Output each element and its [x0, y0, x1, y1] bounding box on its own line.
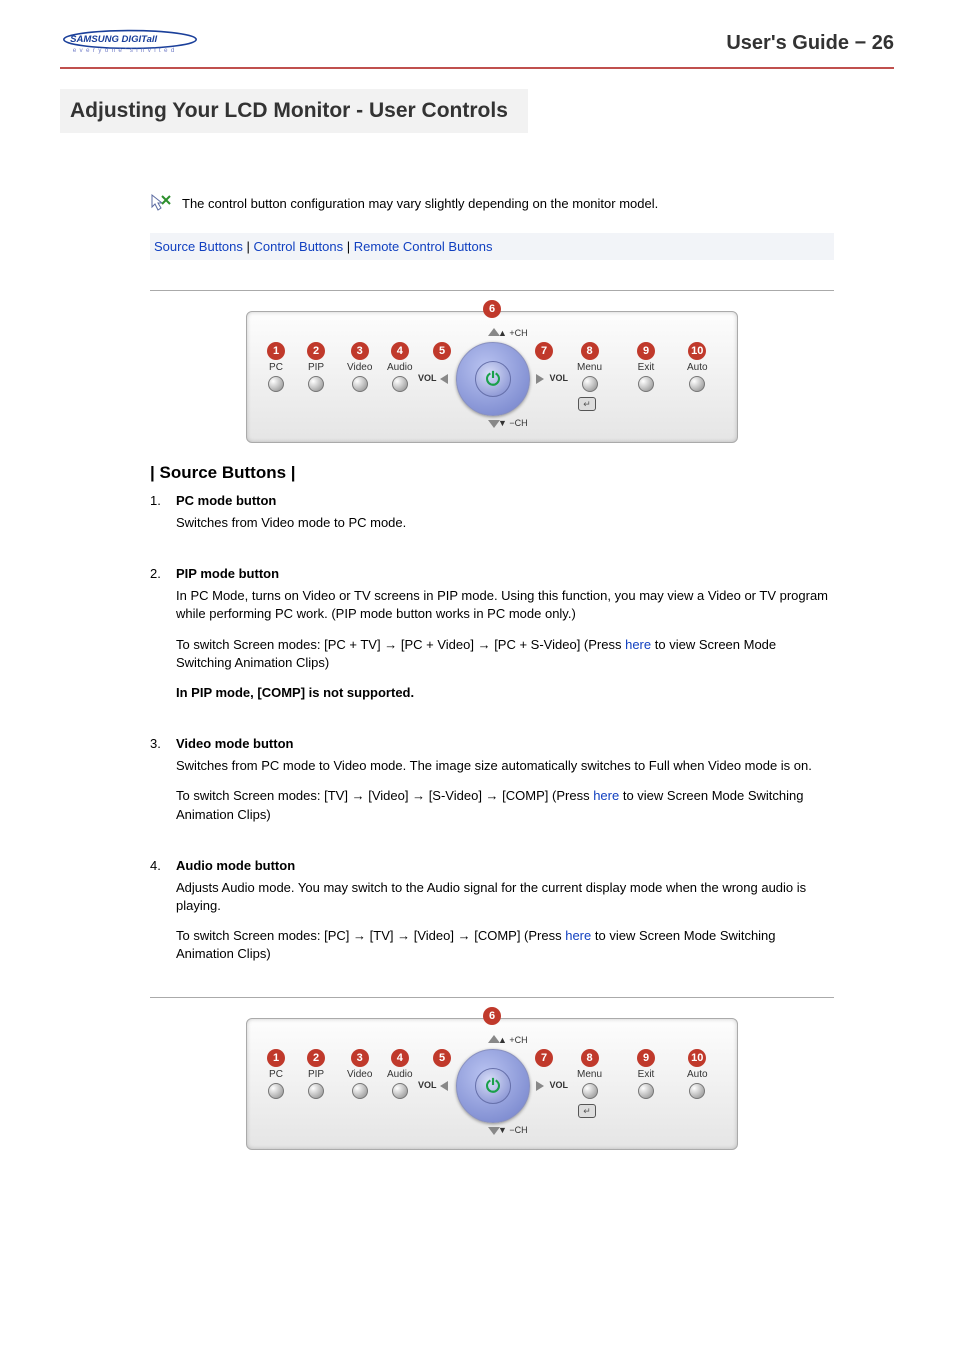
svg-text:SAMSUNG DIGITall: SAMSUNG DIGITall	[70, 34, 157, 45]
ch-plus-label: ▲ +CH	[498, 1035, 528, 1045]
panel-btn-exit: 9 Exit	[637, 1049, 655, 1099]
divider	[150, 290, 834, 291]
note-row: The control button configuration may var…	[150, 193, 834, 213]
panel-btn-pip: 2 PIP	[307, 1049, 325, 1099]
page-number: 26	[872, 32, 894, 54]
panel-btn-exit: 9 Exit	[637, 342, 655, 392]
panel-btn-auto: 10 Auto	[687, 342, 708, 392]
item-title: PIP mode button	[176, 566, 834, 581]
vol-right-label: VOL	[549, 1080, 568, 1090]
item-text: Adjusts Audio mode. You may switch to th…	[176, 879, 834, 915]
item-title: Audio mode button	[176, 858, 834, 873]
samsung-logo: SAMSUNG DIGITall e v e r y o n e ' s i n…	[60, 28, 200, 59]
link-here[interactable]: here	[565, 928, 591, 943]
header-divider	[60, 67, 894, 69]
link-remote-control-buttons[interactable]: Remote Control Buttons	[354, 239, 493, 254]
list-item: 2. PIP mode button In PC Mode, turns on …	[150, 566, 834, 714]
guide-label: User's Guide	[726, 32, 849, 54]
panel-btn-menu: 8 Menu ↵	[577, 342, 602, 392]
vol-left-label: VOL	[418, 1080, 437, 1090]
links-bar: Source Buttons | Control Buttons | Remot…	[150, 233, 834, 260]
link-control-buttons[interactable]: Control Buttons	[254, 239, 344, 254]
panel-btn-pc: 1 PC	[267, 1049, 285, 1099]
item-text: In PIP mode, [COMP] is not supported.	[176, 684, 834, 702]
item-text: In PC Mode, turns on Video or TV screens…	[176, 587, 834, 623]
vol-plus-icon	[536, 1081, 544, 1091]
link-source-buttons[interactable]: Source Buttons	[154, 239, 243, 254]
panel-center: 6 ⏻ ▲ +CH ▼ −CH VOL VOL	[438, 324, 546, 432]
page-title: Adjusting Your LCD Monitor - User Contro…	[60, 89, 528, 133]
ch-plus-label: ▲ +CH	[498, 328, 528, 338]
panel-btn-video: 3 Video	[347, 342, 372, 392]
enter-icon: ↵	[578, 397, 596, 411]
page: SAMSUNG DIGITall e v e r y o n e ' s i n…	[0, 0, 954, 1200]
panel-btn-pip: 2 PIP	[307, 342, 325, 392]
panel-btn-audio: 4 Audio	[387, 342, 413, 392]
item-text: Switches from Video mode to PC mode.	[176, 514, 834, 532]
link-here[interactable]: here	[593, 788, 619, 803]
vol-minus-icon	[440, 374, 448, 384]
list-item: 3. Video mode button Switches from PC mo…	[150, 736, 834, 836]
panel-btn-pc: 1 PC	[267, 342, 285, 392]
ch-minus-label: ▼ −CH	[498, 418, 528, 428]
panel-body: 1 PC 2 PIP 3 Video 4 Audio	[246, 311, 738, 443]
panel-btn-audio: 4 Audio	[387, 1049, 413, 1099]
panel-btn-menu: 8 Menu ↵	[577, 1049, 602, 1099]
header-right: User's Guide − 26	[726, 32, 894, 55]
source-buttons-list: 1. PC mode button Switches from Video mo…	[150, 493, 834, 975]
divider	[150, 997, 834, 998]
list-item: 1. PC mode button Switches from Video mo…	[150, 493, 834, 544]
item-title: Video mode button	[176, 736, 834, 751]
page-header: SAMSUNG DIGITall e v e r y o n e ' s i n…	[60, 28, 894, 59]
svg-text:e v e r y o n e ' s i n v i t: e v e r y o n e ' s i n v i t e d	[73, 47, 175, 54]
cursor-icon	[150, 193, 172, 213]
note-text: The control button configuration may var…	[182, 196, 658, 211]
ch-minus-label: ▼ −CH	[498, 1125, 528, 1135]
content-area: The control button configuration may var…	[150, 193, 834, 1150]
item-title: PC mode button	[176, 493, 834, 508]
control-panel-top: 1 PC 2 PIP 3 Video 4 Audio	[150, 311, 834, 443]
vol-plus-icon	[536, 374, 544, 384]
vol-left-label: VOL	[418, 373, 437, 383]
panel-num-6: 6	[483, 300, 501, 320]
item-text: To switch Screen modes: [PC + TV] → [PC …	[176, 636, 834, 672]
panel-btn-auto: 10 Auto	[687, 1049, 708, 1099]
panel-center: 6 ⏻ ▲ +CH ▼ −CH VOL VOL	[438, 1031, 546, 1139]
item-text: To switch Screen modes: [TV] → [Video] →…	[176, 787, 834, 823]
link-here[interactable]: here	[625, 637, 651, 652]
list-item: 4. Audio mode button Adjusts Audio mode.…	[150, 858, 834, 976]
vol-minus-icon	[440, 1081, 448, 1091]
panel-body: 1 PC 2 PIP 3 Video 4 Audio	[246, 1018, 738, 1150]
section-source-buttons-heading: | Source Buttons |	[150, 463, 834, 483]
enter-icon: ↵	[578, 1104, 596, 1118]
vol-right-label: VOL	[549, 373, 568, 383]
control-panel-bottom: 1 PC 2 PIP 3 Video 4 Audio	[150, 1018, 834, 1150]
item-text: To switch Screen modes: [PC] → [TV] → [V…	[176, 927, 834, 963]
panel-num-6: 6	[483, 1007, 501, 1027]
item-text: Switches from PC mode to Video mode. The…	[176, 757, 834, 775]
power-button-icon: ⏻	[475, 361, 511, 397]
panel-btn-video: 3 Video	[347, 1049, 372, 1099]
